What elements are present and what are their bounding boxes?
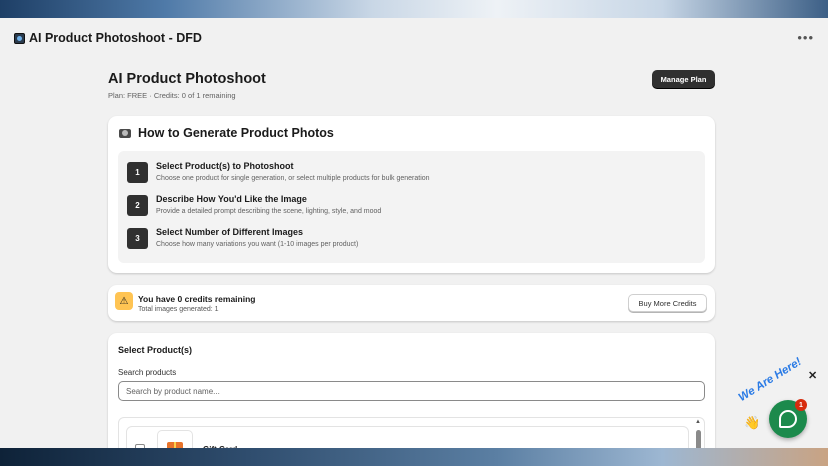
camera-icon xyxy=(119,128,131,138)
chat-icon xyxy=(779,410,797,428)
step-title: Describe How You'd Like the Image xyxy=(156,194,307,204)
scroll-up-arrow-icon[interactable]: ▲ xyxy=(695,419,701,425)
step-description: Provide a detailed prompt describing the… xyxy=(156,208,382,215)
credits-title: You have 0 credits remaining xyxy=(138,294,256,304)
app-title-bar: AI Product Photoshoot - DFD ••• xyxy=(0,18,828,58)
how-to-title: How to Generate Product Photos xyxy=(138,126,334,140)
search-label: Search products xyxy=(118,368,177,377)
step-number: 3 xyxy=(127,228,148,249)
how-to-heading: How to Generate Product Photos xyxy=(119,126,334,140)
notification-badge: 1 xyxy=(795,399,807,411)
step-1: 1 Select Product(s) to Photoshoot Choose… xyxy=(127,159,430,183)
browser-bottom-strip xyxy=(0,448,828,466)
warning-icon: ⚠ xyxy=(115,292,133,310)
page-title: AI Product Photoshoot xyxy=(108,71,266,87)
step-title: Select Number of Different Images xyxy=(156,227,304,237)
close-icon[interactable]: ✕ xyxy=(808,369,817,382)
waving-hand-icon: 👋 xyxy=(744,415,761,430)
steps-box: 1 Select Product(s) to Photoshoot Choose… xyxy=(118,151,705,263)
app-logo-icon xyxy=(14,32,25,44)
search-input[interactable] xyxy=(118,381,705,401)
step-number: 1 xyxy=(127,162,148,183)
step-2: 2 Describe How You'd Like the Image Prov… xyxy=(127,192,381,216)
manage-plan-button[interactable]: Manage Plan xyxy=(652,70,715,88)
chat-greeting: We Are Here! xyxy=(736,355,804,404)
credits-banner: ⚠ You have 0 credits remaining Total ima… xyxy=(108,285,715,321)
plan-info: Plan: FREE · Credits: 0 of 1 remaining xyxy=(108,91,236,100)
select-products-card: Select Product(s) Search products Gift C… xyxy=(108,333,715,466)
how-to-card: How to Generate Product Photos 1 Select … xyxy=(108,116,715,273)
app-title: AI Product Photoshoot - DFD xyxy=(29,31,202,45)
step-description: Choose one product for single generation… xyxy=(156,175,430,182)
credits-subtitle: Total images generated: 1 xyxy=(138,306,219,313)
step-3: 3 Select Number of Different Images Choo… xyxy=(127,225,358,249)
products-title: Select Product(s) xyxy=(118,345,193,355)
step-number: 2 xyxy=(127,195,148,216)
buy-more-credits-button[interactable]: Buy More Credits xyxy=(628,294,707,312)
step-title: Select Product(s) to Photoshoot xyxy=(156,161,294,171)
step-description: Choose how many variations you want (1-1… xyxy=(156,241,359,248)
browser-top-strip xyxy=(0,0,828,18)
ellipsis-icon[interactable]: ••• xyxy=(797,30,814,45)
